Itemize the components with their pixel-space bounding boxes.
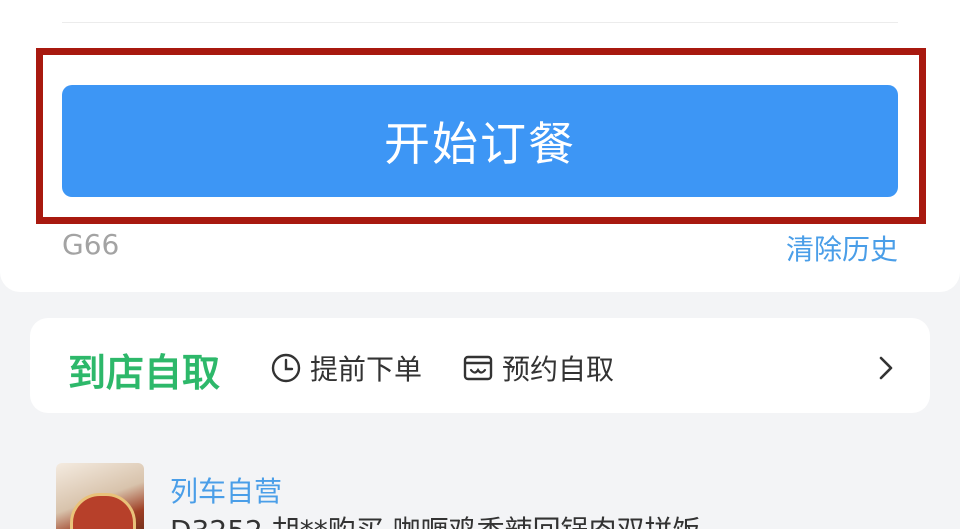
reserve-pickup-feature: 预约自取 (462, 348, 614, 388)
advance-order-feature: 提前下单 (270, 348, 422, 388)
order-panel: 开始订餐 G66 清除历史 (0, 0, 960, 292)
order-feed-item[interactable]: 列车自营 D3252 胡**购买 咖喱鸡香辣回锅肉双拼饭 (0, 440, 960, 529)
chevron-right-icon[interactable] (876, 352, 896, 384)
store-pickup-card[interactable]: 到店自取 提前下单 预约自取 (30, 318, 930, 413)
history-train-number[interactable]: G66 (62, 228, 119, 261)
divider (62, 22, 898, 23)
reserve-pickup-label: 预约自取 (502, 353, 615, 386)
meal-thumbnail (56, 463, 144, 529)
order-description: D3252 胡**购买 咖喱鸡香辣回锅肉双拼饭 (170, 509, 701, 529)
pickup-title: 到店自取 (68, 351, 221, 395)
shop-name: 列车自营 (170, 475, 283, 508)
clock-icon (271, 353, 301, 383)
clear-history-link[interactable]: 清除历史 (786, 228, 898, 268)
advance-order-label: 提前下单 (310, 353, 423, 386)
meal-bowl-image (70, 493, 136, 529)
page: 开始订餐 G66 清除历史 到店自取 提前下单 预约自取 列车自营 (0, 0, 960, 529)
start-order-button[interactable]: 开始订餐 (62, 85, 898, 197)
pickup-box-icon (463, 355, 493, 381)
